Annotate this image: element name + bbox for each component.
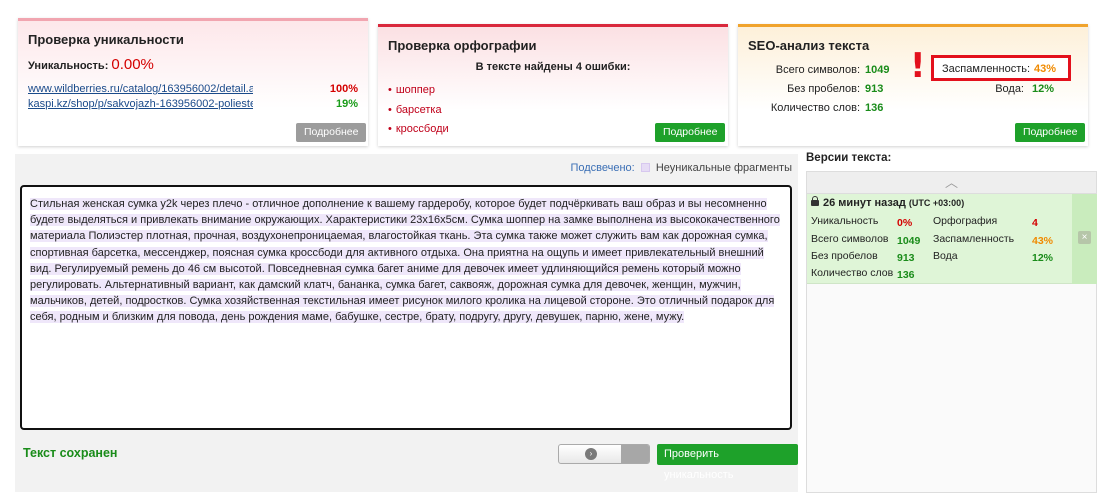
highlight-legend: Подсвечено: Неуникальные фрагменты — [570, 162, 792, 174]
version-spell-value: 4 — [1032, 217, 1038, 229]
toggle-circle-icon: › — [585, 448, 597, 460]
version-chars-value: 1049 — [897, 235, 921, 247]
seo-more-button[interactable]: Подробнее — [1015, 123, 1086, 142]
version-water-value: 12% — [1032, 252, 1054, 264]
saved-status: Текст сохранен — [23, 446, 118, 460]
version-nospace-label: Без пробелов — [811, 250, 878, 262]
version-header: 26 минут назад (UTC +03:00) — [811, 196, 965, 209]
versions-title: Версии текста: — [806, 152, 892, 164]
text-editor[interactable]: Стильная женская сумка y2k через плечо -… — [20, 185, 792, 430]
spelling-more-button[interactable]: Подробнее — [655, 123, 726, 142]
seo-total-chars-value: 1049 — [865, 64, 890, 76]
seo-spam-label: Заспамленность: — [942, 63, 1031, 75]
version-uniq-label: Уникальность — [811, 215, 879, 227]
legend-swatch — [640, 163, 650, 172]
spelling-error-list: шоппер барсетка кроссбоди — [388, 84, 449, 143]
source-percent: 100% — [329, 83, 358, 95]
version-words-label: Количество слов — [811, 267, 894, 279]
version-chars-label: Всего символов — [811, 233, 889, 245]
seo-water-value: 12% — [1032, 83, 1055, 95]
editor-area: Подсвечено: Неуникальные фрагменты Стиль… — [15, 154, 798, 492]
spam-highlight-box: Заспамленность: 43% — [931, 55, 1071, 81]
delete-version-icon[interactable]: × — [1078, 231, 1091, 244]
source-link[interactable]: kaspi.kz/shop/p/sakvojazh-163956002-poli… — [28, 98, 253, 110]
legend-label: Подсвечено: — [570, 162, 635, 174]
uniqueness-title: Проверка уникальности — [28, 32, 184, 47]
version-timezone: (UTC +03:00) — [908, 198, 965, 208]
spelling-title: Проверка орфографии — [388, 38, 537, 53]
seo-total-chars-label: Всего символов: — [775, 64, 860, 76]
seo-title: SEO-анализ текста — [748, 38, 870, 53]
seo-water-label: Вода: — [995, 83, 1024, 95]
spelling-panel: Проверка орфографии В тексте найдены 4 о… — [378, 24, 728, 146]
warning-exclamation-icon: ! — [910, 46, 926, 86]
version-spam-value: 43% — [1032, 235, 1054, 247]
seo-words-label: Количество слов: — [770, 102, 860, 114]
check-uniqueness-button[interactable]: Проверить уникальность — [657, 444, 798, 481]
spelling-error-item[interactable]: барсетка — [388, 104, 449, 124]
versions-panel: ︿ 26 минут назад (UTC +03:00) Уникальнос… — [806, 171, 1097, 493]
version-item[interactable]: 26 минут назад (UTC +03:00) Уникальность… — [807, 194, 1072, 284]
uniqueness-summary: Уникальность: 0.00% — [28, 56, 154, 73]
version-time: 26 минут назад — [823, 197, 906, 209]
seo-no-spaces-label: Без пробелов: — [787, 83, 860, 95]
version-nospace-value: 913 — [897, 252, 915, 264]
seo-spam-value: 43% — [1034, 63, 1057, 75]
chevron-up-icon[interactable]: ︿ — [807, 172, 1096, 194]
spelling-error-item[interactable]: кроссбоди — [388, 123, 449, 143]
toggle-switch[interactable]: › — [558, 444, 650, 464]
uniqueness-panel: Проверка уникальности Уникальность: 0.00%… — [18, 18, 368, 146]
legend-text: Неуникальные фрагменты — [655, 162, 792, 174]
uniqueness-value: 0.00% — [111, 56, 154, 73]
lock-icon — [811, 196, 819, 206]
source-link[interactable]: www.wildberries.ru/catalog/163956002/det… — [28, 83, 253, 95]
seo-no-spaces-value: 913 — [865, 83, 884, 95]
source-row: www.wildberries.ru/catalog/163956002/det… — [28, 83, 360, 98]
toggle-knob-area — [621, 445, 649, 463]
version-water-label: Вода — [933, 250, 958, 262]
uniqueness-more-button[interactable]: Подробнее — [296, 123, 367, 142]
spelling-error-item[interactable]: шоппер — [388, 84, 449, 104]
uniqueness-label: Уникальность: — [28, 60, 109, 72]
version-words-value: 136 — [897, 269, 915, 281]
seo-words-value: 136 — [865, 102, 884, 114]
source-percent: 19% — [335, 98, 358, 110]
source-row: kaspi.kz/shop/p/sakvojazh-163956002-poli… — [28, 98, 360, 113]
editor-text[interactable]: Стильная женская сумка y2k через плечо -… — [30, 198, 780, 324]
spelling-subtitle: В тексте найдены 4 ошибки: — [475, 61, 631, 73]
version-side-strip: × — [1072, 194, 1097, 284]
version-spell-label: Орфография — [933, 215, 998, 227]
version-spam-label: Заспамленность — [933, 233, 1015, 245]
version-uniq-value: 0% — [897, 217, 913, 229]
